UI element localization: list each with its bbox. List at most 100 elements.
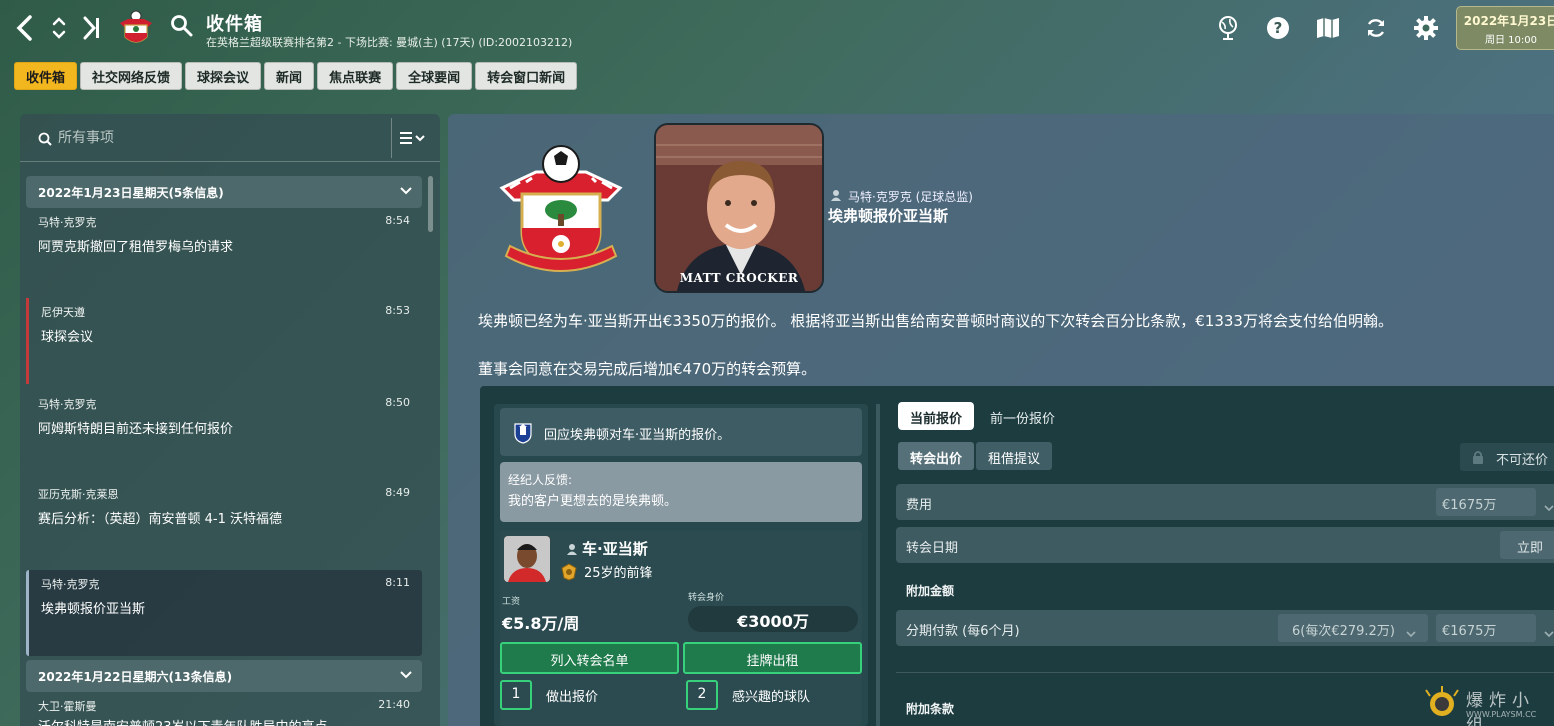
inbox-tabs: 收件箱 社交网络反馈 球探会议 新闻 焦点联赛 全球要闻 转会窗口新闻	[14, 62, 578, 90]
installments-row: 分期付款 (每6个月) 6(每次€279.2万) €1675万	[896, 610, 1554, 646]
agent-feedback: 经纪人反馈: 我的客户更想去的是埃弗顿。	[500, 462, 862, 522]
current-day-time: 周日 10:00	[1485, 35, 1537, 46]
watermark-url: WWW.PLAYSM.CC	[1466, 710, 1537, 719]
message-time: 21:40	[378, 698, 410, 711]
extra-amount-label: 附加金额	[906, 584, 955, 598]
message-body-2: 董事会同意在交易完成后增加€470万的转会预算。	[478, 360, 817, 378]
person-icon	[830, 189, 842, 204]
current-date: 2022年1月23日	[1463, 14, 1554, 28]
badge-icon	[561, 562, 577, 581]
installments-value-input[interactable]: €1675万	[1436, 614, 1536, 642]
player-name-link[interactable]: 车·亚当斯	[566, 538, 648, 559]
date-group-header[interactable]: 2022年1月23日星期天(5条信息)	[26, 176, 422, 208]
settings-gear-icon[interactable]	[1412, 14, 1440, 42]
inbox-search-row	[20, 114, 440, 162]
watermark-logo-icon	[1425, 686, 1459, 716]
message-from-name: 马特·克罗克 (足球总监)	[848, 190, 973, 204]
tab-scouting-meeting[interactable]: 球探会议	[185, 62, 262, 90]
respond-to-offer-row[interactable]: 回应埃弗顿对车·亚当斯的报价。	[500, 408, 862, 456]
agent-feedback-text: 我的客户更想去的是埃弗顿。	[508, 494, 678, 509]
sort-menu-icon[interactable]	[398, 128, 428, 148]
message-subject: 埃弗顿报价亚当斯	[41, 602, 146, 617]
step-number: 2	[686, 680, 718, 710]
offer-summary: 回应埃弗顿对车·亚当斯的报价。 经纪人反馈: 我的客户更想去的是埃弗顿。 车·亚…	[494, 404, 868, 726]
transfer-date-select[interactable]: 立即	[1500, 531, 1554, 559]
tab-previous-offer[interactable]: 前一份报价	[978, 402, 1067, 430]
inbox-message-item[interactable]: 亚历克斯·克莱恩 8:49 赛后分析：（英超）南安普顿 4-1 沃特福德	[26, 480, 422, 566]
tab-focus-league[interactable]: 焦点联赛	[317, 62, 394, 90]
transfer-list-button[interactable]: 列入转会名单	[500, 642, 679, 674]
message-title: 埃弗顿报价亚当斯	[828, 207, 949, 225]
transfer-date-row: 转会日期 立即	[896, 527, 1554, 563]
tab-transfer-window-news[interactable]: 转会窗口新闻	[475, 62, 578, 90]
step-label: 做出报价	[546, 689, 599, 705]
skip-forward-icon[interactable]	[78, 12, 104, 44]
back-icon[interactable]	[12, 12, 38, 44]
tab-inbox[interactable]: 收件箱	[14, 62, 78, 90]
inbox-message-item[interactable]: 大卫·霍斯曼 21:40 沃尔科特是南安普顿23岁以下青年队胜局中的亮点	[26, 692, 422, 726]
globe-icon[interactable]	[1214, 14, 1242, 42]
loan-list-button[interactable]: 挂牌出租	[683, 642, 862, 674]
tab-news[interactable]: 新闻	[264, 62, 315, 90]
tab-loan-offer[interactable]: 租借提议	[976, 442, 1053, 470]
interested-clubs-step[interactable]: 2 感兴趣的球队	[686, 680, 810, 710]
inbox-message-item[interactable]: 尼伊天遵 8:53 球探会议	[26, 298, 422, 384]
message-subject: 阿贾克斯撤回了租借罗梅乌的请求	[38, 240, 234, 255]
message-body-1: 埃弗顿已经为车·亚当斯开出€3350万的报价。 根据将亚当斯出售给南安普顿时商议…	[478, 312, 1393, 330]
transfer-value-label: 转会身价	[688, 593, 725, 603]
watermark: 爆炸小组 WWW.PLAYSM.CC	[1424, 684, 1554, 726]
search-icon	[38, 131, 52, 150]
message-from: 马特·克罗克 (足球总监)	[830, 188, 973, 205]
no-counter-toggle[interactable]: 不可还价	[1460, 443, 1554, 471]
refresh-icon[interactable]	[1362, 14, 1390, 42]
fee-label: 费用	[906, 498, 933, 513]
transfer-offer-card: 回应埃弗顿对车·亚当斯的报价。 经纪人反馈: 我的客户更想去的是埃弗顿。 车·亚…	[480, 386, 1554, 726]
map-book-icon[interactable]	[1314, 14, 1342, 42]
divider	[391, 118, 392, 158]
message-sender: 马特·克罗克	[41, 578, 100, 591]
inbox-message-item[interactable]: 马特·克罗克 8:50 阿姆斯特朗目前还未接到任何报价	[26, 390, 422, 476]
southampton-crest-icon	[496, 136, 626, 276]
player-card: 车·亚当斯 25岁的前锋 工资 €5.8万/周 转会身价 €3000万 列入转会…	[500, 530, 862, 726]
message-sender: 尼伊天遵	[41, 306, 85, 319]
transfer-date-label: 转会日期	[906, 541, 959, 556]
agent-feedback-label: 经纪人反馈:	[508, 473, 573, 487]
message-sender: 大卫·霍斯曼	[38, 700, 97, 713]
everton-crest-icon	[512, 420, 534, 448]
message-time: 8:54	[385, 214, 410, 227]
fee-value-input[interactable]: €1675万	[1436, 488, 1536, 516]
message-time: 8:11	[385, 576, 410, 589]
svg-text:?: ?	[1274, 19, 1283, 37]
up-down-icon[interactable]	[46, 12, 72, 44]
date-group-label: 2022年1月22日星期六(13条信息)	[38, 670, 233, 684]
tab-transfer-bid[interactable]: 转会出价	[898, 442, 975, 470]
message-subject: 阿姆斯特朗目前还未接到任何报价	[38, 422, 234, 437]
message-sender: 马特·克罗克	[38, 216, 97, 229]
tab-current-offer[interactable]: 当前报价	[898, 402, 975, 430]
player-description: 25岁的前锋	[560, 562, 653, 581]
extra-clauses-label: 附加条款	[906, 702, 955, 716]
watermark-text: 爆炸小组	[1466, 691, 1535, 726]
date-group-label: 2022年1月23日星期天(5条信息)	[38, 186, 224, 200]
tab-social-feedback[interactable]: 社交网络反馈	[80, 62, 183, 90]
scrollbar[interactable]	[428, 176, 433, 232]
date-group-header[interactable]: 2022年1月22日星期六(13条信息)	[26, 660, 422, 692]
transfer-value: €3000万	[688, 606, 858, 632]
offer-details: 当前报价 前一份报价 转会出价 租借提议 不可还价 费用 €1675万 转会日期…	[896, 400, 1554, 726]
no-counter-label: 不可还价	[1496, 453, 1549, 468]
inbox-message-item-selected[interactable]: 马特·克罗克 8:11 埃弗顿报价亚当斯	[26, 570, 422, 656]
inbox-search-input[interactable]	[58, 126, 388, 150]
player-photo[interactable]	[504, 536, 550, 582]
inbox-message-item[interactable]: 马特·克罗克 8:54 阿贾克斯撤回了租借罗梅乌的请求	[26, 208, 422, 294]
current-date-button[interactable]: 2022年1月23日 周日 10:00	[1456, 6, 1554, 50]
wage-value: €5.8万/周	[502, 614, 580, 633]
club-crest-icon[interactable]	[118, 9, 154, 49]
message-subject: 沃尔科特是南安普顿23岁以下青年队胜局中的亮点	[38, 716, 328, 726]
step-number: 1	[500, 680, 532, 710]
message-subject: 赛后分析：（英超）南安普顿 4-1 沃特福德	[38, 512, 282, 527]
sender-portrait: MATT CROCKER	[654, 123, 824, 293]
tab-global-news[interactable]: 全球要闻	[396, 62, 473, 90]
make-offer-step[interactable]: 1 做出报价	[500, 680, 598, 710]
help-icon[interactable]: ?	[1264, 14, 1292, 42]
search-icon[interactable]	[170, 14, 196, 40]
